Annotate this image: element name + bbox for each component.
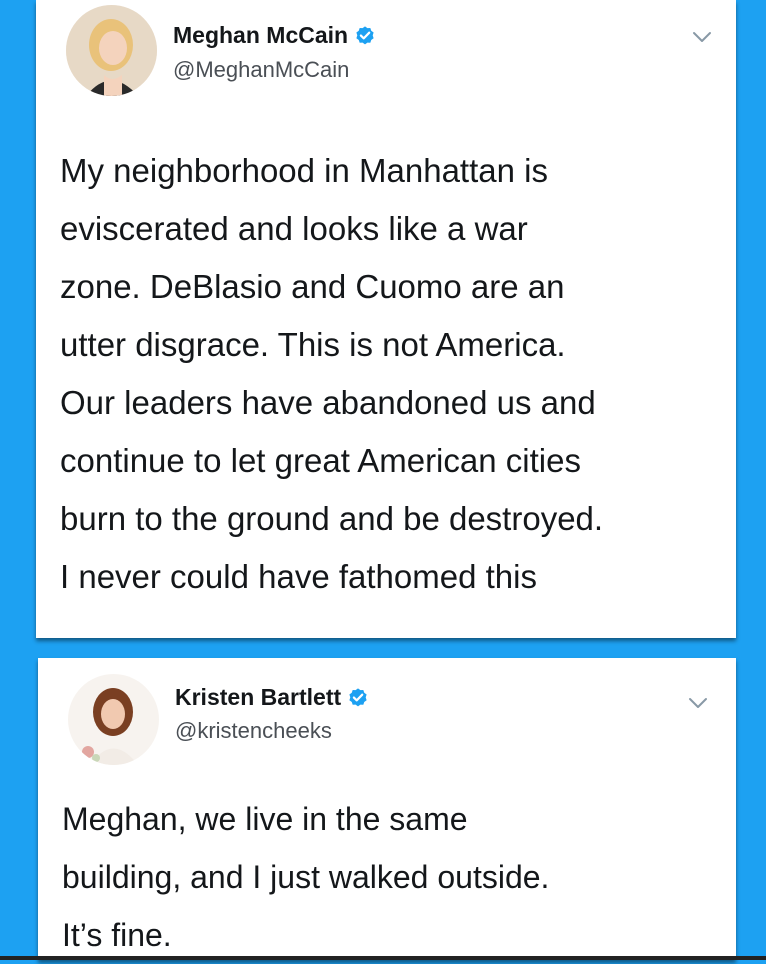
tweet-text-line: Meghan, we live in the same	[62, 801, 468, 837]
tweet-text: My neighborhood in Manhattan is eviscera…	[60, 142, 718, 606]
bottom-edge	[0, 956, 766, 960]
avatar-image	[68, 674, 159, 765]
tweet-text-line: utter disgrace. This is not America.	[60, 326, 566, 363]
tweet-text-line: building, and I just walked outside.	[62, 859, 550, 895]
handle[interactable]: @kristencheeks	[175, 718, 332, 744]
tweet-text-line: zone. DeBlasio and Cuomo are an	[60, 268, 565, 305]
tweet-text-line: Our leaders have abandoned us and	[60, 384, 596, 421]
avatar[interactable]	[66, 5, 157, 96]
display-name[interactable]: Kristen Bartlett	[175, 684, 341, 711]
chevron-down-icon[interactable]	[688, 696, 708, 710]
tweet-text: Meghan, we live in the same building, an…	[62, 790, 718, 964]
tweet-text-line: I never could have fathomed this	[60, 558, 537, 595]
tweet-card-meghan[interactable]: Meghan McCain @MeghanMcCain My neighborh…	[36, 0, 736, 638]
tweet-text-line: continue to let great American cities	[60, 442, 581, 479]
chevron-down-icon[interactable]	[692, 30, 712, 44]
verified-badge-icon	[356, 25, 374, 44]
handle[interactable]: @MeghanMcCain	[173, 57, 349, 83]
avatar[interactable]	[68, 674, 159, 765]
verified-badge-icon	[349, 687, 367, 706]
display-name[interactable]: Meghan McCain	[173, 22, 348, 49]
tweet-card-kristen[interactable]: Kristen Bartlett @kristencheeks Meghan, …	[38, 658, 736, 960]
tweet-text-line: My neighborhood in Manhattan is	[60, 152, 548, 189]
tweet-text-line: eviscerated and looks like a war	[60, 210, 528, 247]
avatar-image	[66, 5, 157, 96]
tweet-text-line: burn to the ground and be destroyed.	[60, 500, 604, 537]
